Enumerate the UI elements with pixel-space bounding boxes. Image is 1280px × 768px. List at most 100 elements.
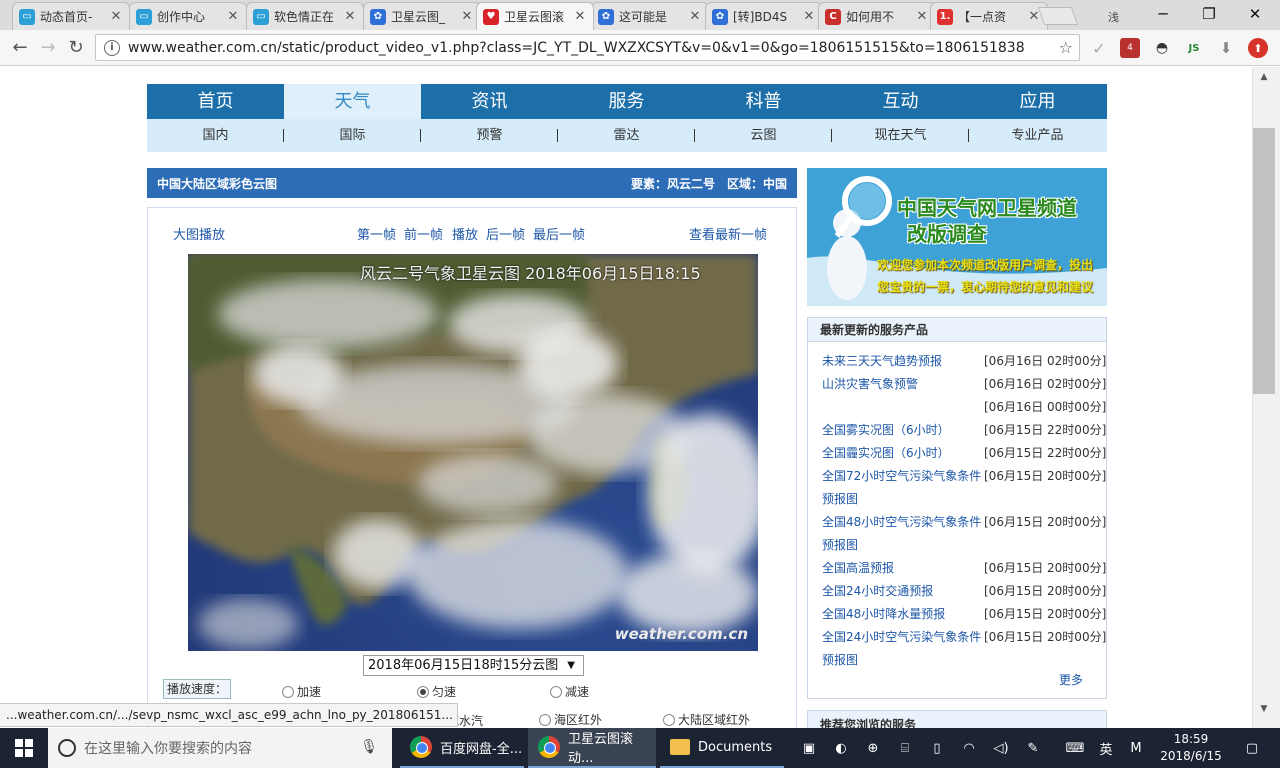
big-play-link[interactable]: 大图播放 — [173, 224, 225, 243]
latest-frame-link[interactable]: 查看最新一帧 — [689, 224, 767, 243]
close-icon[interactable]: ✕ — [802, 9, 816, 24]
scroll-up-icon[interactable]: ▲ — [1253, 72, 1275, 88]
survey-ad-banner[interactable]: 中国天气网卫星频道 改版调查 欢迎您参加本次频道改版用户调查，投出您宝贵的一票，… — [807, 168, 1107, 306]
close-icon[interactable]: ✕ — [688, 9, 702, 24]
taskbar-app-documents[interactable]: Documents — [660, 728, 784, 768]
ublock-extension-icon[interactable]: 4 — [1120, 38, 1140, 58]
download-arrow-icon[interactable]: ⬇ — [1216, 38, 1236, 58]
js-extension-icon[interactable]: JS — [1184, 38, 1204, 58]
radio-icon[interactable] — [282, 685, 294, 698]
browser-tab-active[interactable]: ♥ 卫星云图滚 ✕ — [476, 2, 594, 30]
radio-selected-icon[interactable] — [417, 685, 429, 698]
incognito-glasses-icon[interactable]: ◓ — [1152, 38, 1172, 58]
browser-tab[interactable]: ✿ 卫星云图_ ✕ — [363, 2, 481, 30]
product-link[interactable]: 全国霾实况图（6小时） — [822, 442, 984, 465]
upload-extension-icon[interactable]: ⬆ — [1248, 38, 1268, 58]
wifi-icon[interactable]: ◠ — [956, 728, 982, 768]
bookmark-star-icon[interactable]: ☆ — [1059, 38, 1073, 57]
frame-select[interactable]: 2018年06月15日18时15分云图 ▼ — [363, 655, 584, 676]
radio-icon[interactable] — [550, 685, 562, 698]
browser-tab[interactable]: C 如何用不 ✕ — [818, 2, 936, 30]
keyboard-icon[interactable]: ⌨ — [1060, 728, 1090, 768]
close-icon[interactable]: ✕ — [226, 9, 240, 24]
taskbar-search-input[interactable]: 在这里输入你要搜索的内容 🎙 — [48, 728, 392, 768]
product-link[interactable]: 山洪灾害气象预警 — [822, 373, 984, 396]
play-link[interactable]: 播放 — [452, 224, 478, 243]
browser-tab[interactable]: ✿ 这可能是 ✕ — [591, 2, 709, 30]
checkmark-icon[interactable]: ✓ — [1089, 38, 1109, 58]
taskbar-app-baidu-pan[interactable]: 百度网盘-全... — [400, 728, 524, 768]
ime-language[interactable]: 英 — [1094, 728, 1118, 768]
close-icon[interactable]: ✕ — [915, 9, 929, 24]
browser-tab[interactable]: ▭ 动态首页- ✕ — [12, 2, 130, 30]
taskbar-app-weather[interactable]: 卫星云图滚动... — [528, 728, 656, 768]
prev-frame-link[interactable]: 前一帧 — [404, 224, 443, 243]
forward-icon[interactable]: → — [35, 34, 61, 60]
browser-tab[interactable]: ▭ 创作中心 ✕ — [129, 2, 247, 30]
close-icon[interactable]: ✕ — [460, 9, 474, 24]
tray-update-icon[interactable]: ⊕ — [860, 728, 886, 768]
subnav-warning[interactable]: 预警 — [421, 119, 558, 152]
radio-icon[interactable] — [663, 713, 675, 726]
speed-option-normal[interactable]: 匀速 — [417, 683, 456, 700]
close-icon[interactable]: ✕ — [109, 9, 123, 24]
speed-option-slow[interactable]: 减速 — [550, 683, 589, 700]
nav-science[interactable]: 科普 — [695, 84, 832, 119]
new-tab-button[interactable] — [1037, 7, 1079, 25]
subnav-cloud[interactable]: 云图 — [695, 119, 832, 152]
tray-monitor-icon[interactable]: ▣ — [796, 728, 822, 768]
browser-tab[interactable]: ▭ 软色情正在 ✕ — [246, 2, 364, 30]
profile-label[interactable]: 浅 — [1108, 9, 1119, 25]
product-link[interactable]: 未来三天天气趋势预报 — [822, 350, 984, 373]
close-icon[interactable]: ✕ — [573, 9, 587, 24]
scroll-down-icon[interactable]: ▼ — [1253, 704, 1275, 720]
microphone-icon[interactable]: 🎙 — [360, 739, 378, 755]
restore-icon[interactable]: ❐ — [1186, 0, 1232, 28]
product-link[interactable]: 全国48小时空气污染气象条件预报图 — [822, 511, 984, 557]
subnav-current-weather[interactable]: 现在天气 — [832, 119, 969, 152]
scrollbar-thumb[interactable] — [1253, 128, 1275, 394]
nav-news[interactable]: 资讯 — [421, 84, 558, 119]
subnav-radar[interactable]: 雷达 — [558, 119, 695, 152]
back-icon[interactable]: ← — [7, 34, 33, 60]
address-bar[interactable]: i www.weather.com.cn/static/product_vide… — [95, 34, 1080, 61]
subnav-international[interactable]: 国际 — [284, 119, 421, 152]
product-link[interactable]: 全国24小时交通预报 — [822, 580, 984, 603]
product-link[interactable]: 全国72小时空气污染气象条件预报图 — [822, 465, 984, 511]
tray-app-icon[interactable]: ◐ — [828, 728, 854, 768]
region-option-land-infrared[interactable]: 大陆区域红外 — [663, 711, 750, 728]
windows-start-icon[interactable] — [0, 728, 48, 768]
close-window-icon[interactable]: ✕ — [1232, 0, 1278, 28]
close-icon[interactable]: ✕ — [343, 9, 357, 24]
volume-icon[interactable]: ◁) — [988, 728, 1014, 768]
product-link[interactable]: 全国48小时降水量预报 — [822, 603, 984, 626]
info-icon[interactable]: i — [104, 39, 120, 56]
nav-weather[interactable]: 天气 — [284, 84, 421, 119]
more-link[interactable]: 更多 — [1059, 671, 1083, 688]
radio-icon[interactable] — [539, 713, 551, 726]
minimize-icon[interactable]: ─ — [1140, 0, 1186, 28]
browser-tab[interactable]: 1. 【一点资 ✕ — [930, 2, 1048, 30]
subnav-professional[interactable]: 专业产品 — [969, 119, 1106, 152]
first-frame-link[interactable]: 第一帧 — [357, 224, 396, 243]
battery-icon[interactable]: ▯ — [924, 728, 950, 768]
speed-option-fast[interactable]: 加速 — [282, 683, 321, 700]
browser-tab[interactable]: ✿ [转]BD4S ✕ — [705, 2, 823, 30]
tray-network-adapter-icon[interactable]: ⌸ — [892, 728, 918, 768]
nav-service[interactable]: 服务 — [558, 84, 695, 119]
reload-icon[interactable]: ↻ — [63, 34, 89, 60]
next-frame-link[interactable]: 后一帧 — [486, 224, 525, 243]
pen-icon[interactable]: ✎ — [1020, 728, 1046, 768]
subnav-domestic[interactable]: 国内 — [147, 119, 284, 152]
product-link[interactable]: 全国24小时空气污染气象条件预报图 — [822, 626, 984, 672]
last-frame-link[interactable]: 最后一帧 — [533, 224, 585, 243]
nav-apps[interactable]: 应用 — [969, 84, 1106, 119]
nav-interact[interactable]: 互动 — [832, 84, 969, 119]
nav-home[interactable]: 首页 — [147, 84, 284, 119]
ime-mode[interactable]: M — [1124, 728, 1148, 768]
product-link[interactable]: 全国高温预报 — [822, 557, 984, 580]
system-clock[interactable]: 18:59 2018/6/15 — [1158, 731, 1224, 765]
notification-icon[interactable]: ▢ — [1232, 728, 1272, 768]
product-link[interactable]: 全国雾实况图（6小时） — [822, 419, 984, 442]
region-option-sea-infrared[interactable]: 海区红外 — [539, 711, 602, 728]
